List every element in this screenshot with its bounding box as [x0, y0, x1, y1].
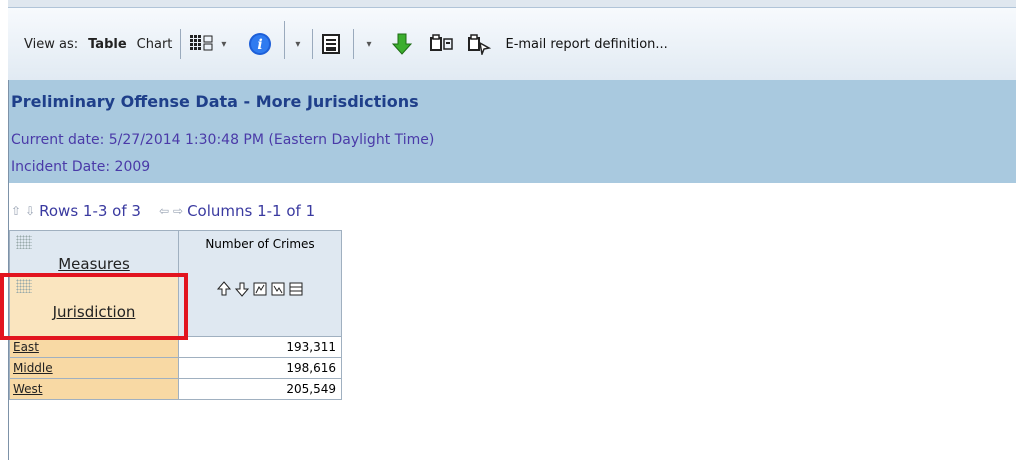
columns-prev-arrow-icon[interactable]: ⇦ — [159, 204, 169, 218]
drag-handle-icon[interactable] — [16, 235, 32, 249]
number-of-crimes-header: Number of Crimes — [178, 230, 342, 337]
table-row: Middle 198,616 — [9, 357, 342, 379]
jurisdiction-label[interactable]: Jurisdiction — [53, 303, 136, 321]
download-arrow-icon[interactable] — [391, 32, 413, 56]
row-value: 198,616 — [178, 357, 342, 379]
report-title: Preliminary Offense Data - More Jurisdic… — [11, 92, 419, 111]
measures-header-cell[interactable]: Measures — [9, 230, 179, 275]
column-header-label: Number of Crimes — [205, 237, 315, 251]
toolbar: View as: Table Chart ▾ i ▾ ▾ E-mail repo… — [8, 8, 1016, 81]
bottom-n-icon[interactable] — [271, 281, 285, 297]
measures-label[interactable]: Measures — [58, 255, 130, 273]
print-icon[interactable] — [429, 33, 455, 55]
svg-text:i: i — [258, 37, 263, 53]
view-as-label: View as: — [24, 36, 79, 52]
sort-descending-icon[interactable] — [235, 281, 249, 297]
pagination-bar: ⇧ ⇩ Rows 1-3 of 3 ⇦ ⇨ Columns 1-1 of 1 — [11, 202, 315, 220]
current-date: Current date: 5/27/2014 1:30:48 PM (East… — [11, 132, 435, 148]
view-chart-option[interactable]: Chart — [137, 37, 173, 52]
toolbar-separator — [312, 29, 314, 59]
row-link[interactable]: West — [13, 382, 43, 396]
row-header-east[interactable]: East — [9, 336, 179, 358]
save-dropdown-arrow[interactable]: ▾ — [366, 39, 371, 50]
columns-next-arrow-icon[interactable]: ⇨ — [173, 204, 183, 218]
row-link[interactable]: Middle — [13, 361, 53, 375]
email-report-definition-link[interactable]: E-mail report definition... — [505, 37, 667, 52]
layout-dropdown-arrow[interactable]: ▾ — [221, 39, 226, 50]
info-icon[interactable]: i — [248, 32, 272, 56]
jurisdiction-header-cell[interactable]: Jurisdiction — [9, 274, 179, 337]
top-n-icon[interactable] — [253, 281, 267, 297]
rows-prev-arrow-icon[interactable]: ⇧ — [11, 204, 21, 218]
rows-next-arrow-icon[interactable]: ⇩ — [25, 204, 35, 218]
layout-grid-icon[interactable] — [189, 33, 217, 55]
info-dropdown-arrow[interactable]: ▾ — [295, 39, 300, 50]
row-value: 193,311 — [178, 336, 342, 358]
rows-range-label: Rows 1-3 of 3 — [39, 202, 141, 220]
columns-range-label: Columns 1-1 of 1 — [187, 202, 316, 220]
toolbar-separator — [180, 29, 182, 59]
row-header-west[interactable]: West — [9, 378, 179, 400]
table-row: East 193,311 — [9, 336, 342, 358]
save-icon[interactable] — [321, 33, 341, 55]
print-preview-icon[interactable] — [467, 33, 492, 55]
toolbar-separator — [284, 21, 286, 59]
column-sort-tools — [179, 281, 341, 297]
table-row: West 205,549 — [9, 378, 342, 400]
row-header-middle[interactable]: Middle — [9, 357, 179, 379]
pivot-table: Measures Number of Crimes Jurisdiction E… — [9, 230, 342, 400]
view-table-option[interactable]: Table — [88, 37, 127, 52]
row-link[interactable]: East — [13, 340, 39, 354]
incident-date-filter: Incident Date: 2009 — [11, 159, 151, 175]
sort-ascending-icon[interactable] — [217, 281, 231, 297]
top-strip — [8, 0, 1016, 8]
column-options-icon[interactable] — [289, 281, 303, 297]
toolbar-separator — [353, 29, 355, 59]
drag-handle-icon[interactable] — [16, 279, 32, 293]
row-value: 205,549 — [178, 378, 342, 400]
